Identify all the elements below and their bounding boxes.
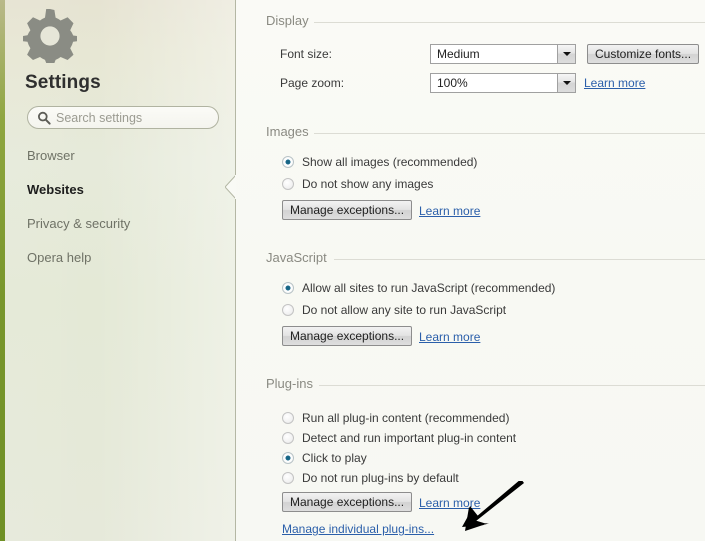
manage-individual-plugins-link[interactable]: Manage individual plug-ins... <box>282 521 434 537</box>
radio-icon[interactable] <box>282 452 294 464</box>
customize-fonts-button[interactable]: Customize fonts... <box>587 44 700 64</box>
radio-icon[interactable] <box>282 472 294 484</box>
radio-label: Do not allow any site to run JavaScript <box>302 303 507 317</box>
radio-label: Do not show any images <box>302 177 434 191</box>
section-title-images: Images <box>266 124 309 139</box>
section-rule <box>334 259 705 260</box>
radio-icon[interactable] <box>282 412 294 424</box>
section-plugins: Plug-ins Run all plug-in content (recomm… <box>236 376 705 536</box>
font-size-label: Font size: <box>280 47 333 61</box>
radio-label: Do not run plug-ins by default <box>302 471 459 485</box>
page-zoom-label: Page zoom: <box>280 76 345 90</box>
javascript-learn-more-link[interactable]: Learn more <box>419 329 480 345</box>
section-rule <box>314 22 705 23</box>
font-size-value: Medium <box>437 47 480 61</box>
page-title: Settings <box>25 72 101 93</box>
chevron-down-icon[interactable] <box>557 45 575 63</box>
settings-window: Settings Search settings Browser Website… <box>0 0 705 541</box>
radio-label: Detect and run important plug-in content <box>302 431 517 445</box>
settings-content: Display Font size: Medium Customize font… <box>236 0 705 541</box>
radio-icon[interactable] <box>282 178 294 190</box>
section-title-display: Display <box>266 13 309 28</box>
search-input[interactable]: Search settings <box>27 106 219 129</box>
radio-icon[interactable] <box>282 304 294 316</box>
section-rule <box>314 133 705 134</box>
plugins-manage-exceptions-button[interactable]: Manage exceptions... <box>282 492 413 512</box>
images-manage-exceptions-button[interactable]: Manage exceptions... <box>282 200 413 220</box>
section-images: Images Show all images (recommended) Do … <box>236 124 705 220</box>
radio-icon[interactable] <box>282 282 294 294</box>
page-zoom-value: 100% <box>437 76 468 90</box>
section-rule <box>319 385 705 386</box>
page-zoom-select[interactable]: 100% <box>430 73 576 93</box>
plugins-learn-more-link[interactable]: Learn more <box>419 495 480 511</box>
search-icon <box>37 111 51 125</box>
display-learn-more-link[interactable]: Learn more <box>584 75 645 91</box>
radio-icon[interactable] <box>282 432 294 444</box>
radio-label: Click to play <box>302 451 367 465</box>
radio-label: Run all plug-in content (recommended) <box>302 411 510 425</box>
sidebar-item-opera-help[interactable]: Opera help <box>27 250 227 266</box>
chevron-down-icon[interactable] <box>557 74 575 92</box>
sidebar-item-websites[interactable]: Websites <box>27 182 227 198</box>
section-display: Display Font size: Medium Customize font… <box>236 13 705 93</box>
radio-label: Show all images (recommended) <box>302 155 478 169</box>
sidebar-item-privacy-security[interactable]: Privacy & security <box>27 216 227 232</box>
sidebar-nav: Browser Websites Privacy & security Oper… <box>27 148 227 284</box>
search-placeholder: Search settings <box>56 111 143 125</box>
radio-label: Allow all sites to run JavaScript (recom… <box>302 281 556 295</box>
font-size-select[interactable]: Medium <box>430 44 576 64</box>
javascript-manage-exceptions-button[interactable]: Manage exceptions... <box>282 326 413 346</box>
section-javascript: JavaScript Allow all sites to run JavaSc… <box>236 250 705 346</box>
gear-icon <box>21 7 79 64</box>
images-learn-more-link[interactable]: Learn more <box>419 203 480 219</box>
radio-icon[interactable] <box>282 156 294 168</box>
sidebar: Settings Search settings Browser Website… <box>5 0 235 541</box>
section-title-plugins: Plug-ins <box>266 376 313 391</box>
sidebar-item-browser[interactable]: Browser <box>27 148 227 164</box>
section-title-javascript: JavaScript <box>266 250 327 265</box>
